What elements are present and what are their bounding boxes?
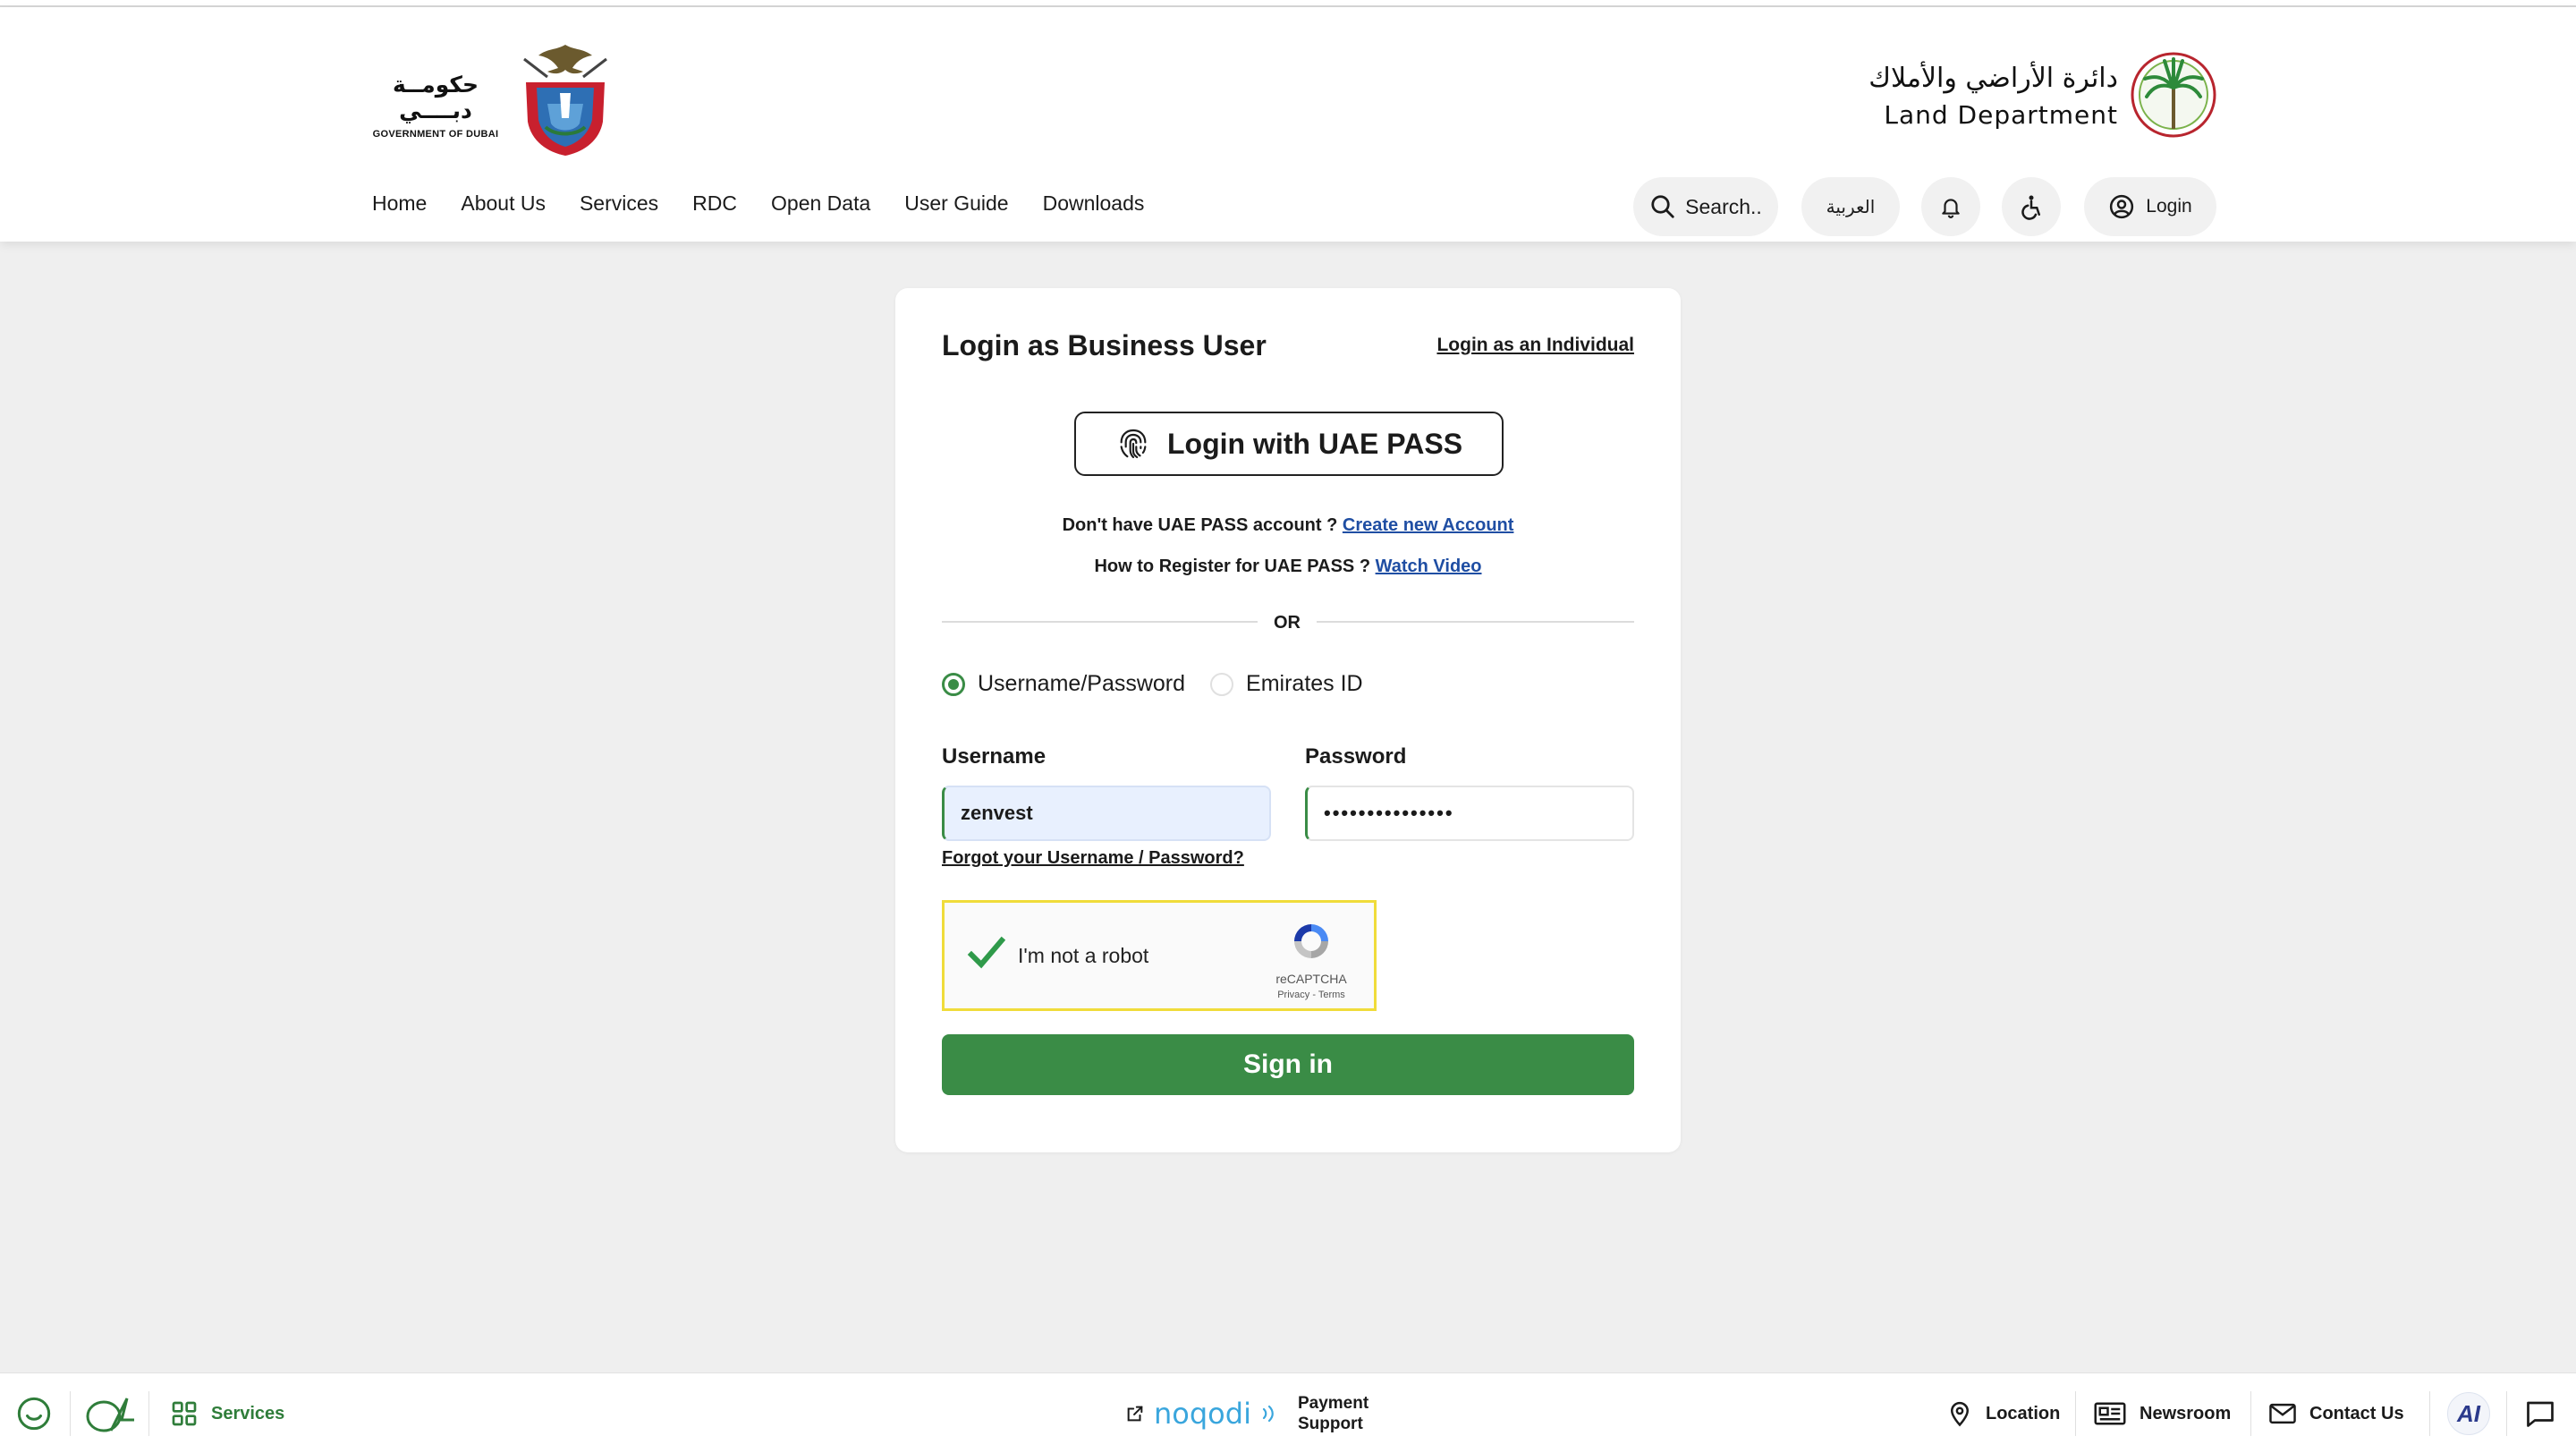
user-circle-icon [2110, 194, 2134, 219]
footer-services-button[interactable]: Services [170, 1373, 284, 1453]
recaptcha-logo: reCAPTCHA Privacy - Terms [1267, 919, 1356, 1000]
search-icon [1651, 195, 1674, 218]
language-switch-button[interactable]: العربية [1801, 177, 1900, 236]
contactless-icon [1262, 1405, 1274, 1423]
accessibility-icon [2021, 195, 2040, 220]
falcon-emblem-icon [523, 45, 607, 156]
gov-logo-text: حكومــة دبــــي GOVERNMENT OF DUBAI [360, 72, 512, 140]
recaptcha-privacy-terms[interactable]: Privacy - Terms [1267, 990, 1356, 1000]
newspaper-icon [2094, 1402, 2126, 1425]
username-label: Username [942, 744, 1046, 769]
watch-video-link[interactable]: Watch Video [1376, 557, 1482, 576]
payment-support-line-2: Support [1297, 1415, 1363, 1433]
payment-support-line-1: Payment [1297, 1394, 1369, 1413]
captcha-checkmark-icon[interactable] [966, 933, 1005, 973]
username-input[interactable] [942, 786, 1271, 841]
bell-icon [1942, 199, 1960, 218]
how-to-register-line: How to Register for UAE PASS ? Watch Vid… [895, 557, 1681, 577]
top-border [0, 0, 2576, 7]
accessibility-button[interactable] [2002, 177, 2061, 236]
footer-divider [70, 1391, 71, 1436]
dubai-4-logo-icon [86, 1398, 134, 1432]
payment-support-label: Payment Support [1298, 1393, 1368, 1434]
search-button[interactable]: Search.. [1633, 177, 1778, 236]
how-to-register-text: How to Register for UAE PASS ? [1094, 557, 1376, 576]
search-label: Search.. [1685, 194, 1762, 218]
ai-assistant-button[interactable]: AI [2447, 1373, 2490, 1453]
uae-pass-button-label: Login with UAE PASS [1166, 427, 1463, 460]
login-as-individual-link[interactable]: Login as an Individual [1436, 335, 1634, 356]
uae-pass-login-button[interactable]: Login with UAE PASS [1074, 412, 1504, 476]
footer-divider [2506, 1391, 2507, 1436]
grid-icon [172, 1401, 197, 1426]
footer-newsroom-button[interactable]: Newsroom [2093, 1373, 2231, 1453]
footer-location-button[interactable]: Location [1946, 1373, 2060, 1453]
footer-location-label: Location [1986, 1403, 2061, 1423]
password-label: Password [1305, 744, 1407, 769]
sign-in-button[interactable]: Sign in [942, 1034, 1634, 1095]
no-account-text: Don't have UAE PASS account ? [1062, 515, 1343, 535]
recaptcha-icon [1294, 924, 1328, 958]
smiley-icon [17, 1397, 51, 1431]
dubai-4-button[interactable] [84, 1373, 134, 1453]
notifications-button[interactable] [1921, 177, 1980, 236]
captcha-label: I'm not a robot [1018, 944, 1149, 967]
footer-newsroom-label: Newsroom [2140, 1403, 2232, 1423]
create-account-link[interactable]: Create new Account [1343, 515, 1514, 535]
footer-contact-button[interactable]: Contact Us [2268, 1373, 2404, 1453]
footer-services-label: Services [211, 1403, 285, 1423]
dld-logo-english: Land Department [1884, 100, 2118, 130]
header-login-button[interactable]: Login [2084, 177, 2216, 236]
radio-username-password-label[interactable]: Username/Password [978, 671, 1185, 697]
password-input[interactable] [1305, 786, 1634, 841]
forgot-credentials-link[interactable]: Forgot your Username / Password? [942, 848, 1244, 869]
chat-bubble-icon [2527, 1401, 2554, 1427]
nav-home[interactable]: Home [372, 191, 427, 216]
dld-logo-arabic: دائرة الأراضي والأملاك [1868, 63, 2118, 94]
login-card: Login as Business User Login as an Indiv… [895, 288, 1681, 1152]
map-pin-icon [1950, 1401, 1970, 1427]
palm-tree-emblem-icon [2131, 52, 2216, 138]
nav-downloads[interactable]: Downloads [1043, 191, 1145, 216]
government-of-dubai-logo[interactable]: حكومــة دبــــي GOVERNMENT OF DUBAI [360, 41, 619, 157]
main-navigation: Home About Us Services RDC Open Data Use… [372, 191, 1178, 216]
footer-divider [2250, 1391, 2251, 1436]
external-link-icon [1127, 1406, 1143, 1422]
footer-divider [2429, 1391, 2430, 1436]
nav-rdc[interactable]: RDC [692, 191, 737, 216]
radio-username-password[interactable] [942, 672, 965, 696]
nav-open-data[interactable]: Open Data [771, 191, 870, 216]
site-footer: Services noqodi Payment Support Location … [0, 1372, 2576, 1453]
radio-emirates-id[interactable] [1210, 672, 1234, 696]
login-title: Login as Business User [942, 329, 1267, 361]
nav-services[interactable]: Services [580, 191, 658, 216]
ai-assistant-badge: AI [2447, 1392, 2490, 1435]
footer-contact-label: Contact Us [2309, 1403, 2404, 1423]
header-login-label: Login [2146, 196, 2192, 217]
footer-divider [2075, 1391, 2076, 1436]
dubai-land-department-logo[interactable]: دائرة الأراضي والأملاك Land Department [1868, 52, 2218, 141]
gov-logo-arabic: حكومــة دبــــي [393, 72, 479, 123]
noqodi-logo: noqodi [1154, 1397, 1251, 1431]
or-divider-label: OR [1258, 605, 1317, 641]
site-header: حكومــة دبــــي GOVERNMENT OF DUBAI دائر… [0, 7, 2576, 242]
mail-icon [2269, 1403, 2296, 1424]
happiness-button[interactable] [16, 1373, 52, 1453]
noqodi-payment-support-link[interactable]: noqodi Payment Support [1125, 1373, 1368, 1453]
login-method-selector: Username/Password Emirates ID [942, 671, 1388, 697]
chat-button[interactable] [2524, 1373, 2556, 1453]
recaptcha-brand: reCAPTCHA [1275, 972, 1347, 986]
radio-emirates-id-label[interactable]: Emirates ID [1246, 671, 1363, 697]
nav-about-us[interactable]: About Us [461, 191, 546, 216]
recaptcha-widget: I'm not a robot reCAPTCHA Privacy - Term… [942, 900, 1377, 1011]
nav-user-guide[interactable]: User Guide [904, 191, 1008, 216]
no-account-line: Don't have UAE PASS account ? Create new… [895, 515, 1681, 536]
fingerprint-icon [1120, 429, 1147, 459]
footer-divider [148, 1391, 149, 1436]
gov-logo-english: GOVERNMENT OF DUBAI [372, 129, 499, 140]
